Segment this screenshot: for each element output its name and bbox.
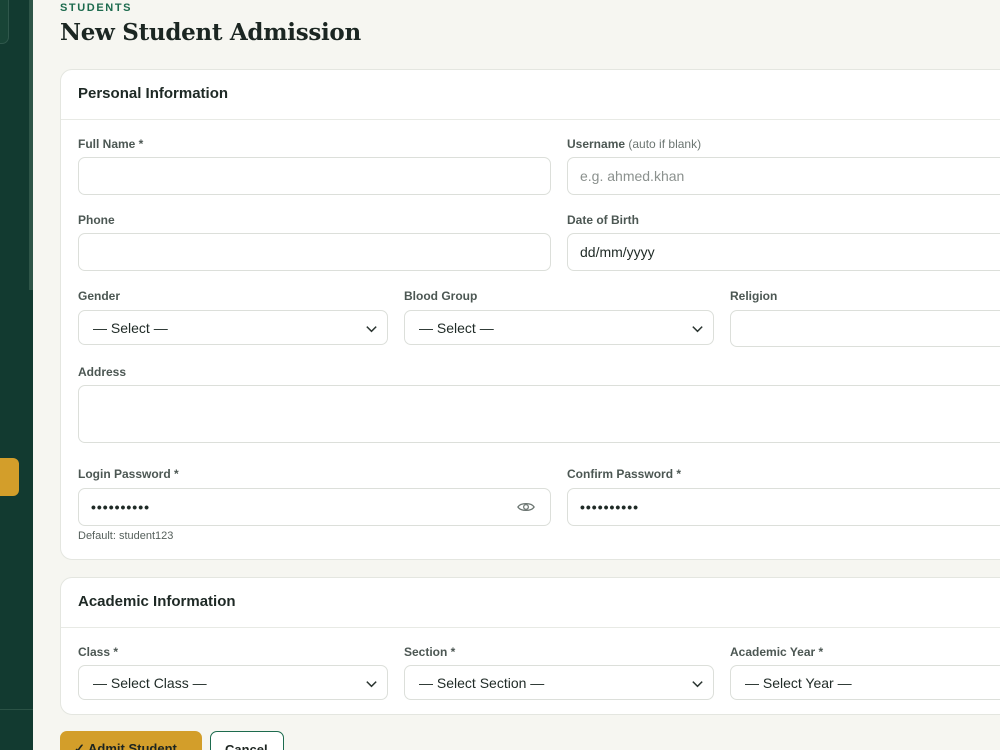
full-name-label: Full Name * bbox=[78, 137, 144, 151]
login-password-input[interactable]: •••••••••• bbox=[78, 488, 551, 526]
section-label: Section * bbox=[404, 645, 456, 659]
class-select[interactable]: — Select Class — bbox=[78, 665, 388, 700]
confirm-password-value: •••••••••• bbox=[580, 499, 640, 515]
password-help-text: Default: student123 bbox=[78, 530, 174, 542]
personal-information-card: Personal Information Full Name * Usernam… bbox=[60, 69, 1000, 560]
page-title: New Student Admission bbox=[60, 19, 361, 46]
sidebar-top-control[interactable] bbox=[0, 0, 9, 44]
class-label: Class * bbox=[78, 645, 119, 659]
admit-student-button[interactable]: ✓ Admit Student bbox=[60, 731, 202, 750]
chevron-down-icon bbox=[692, 681, 703, 688]
chevron-down-icon bbox=[692, 326, 703, 333]
academic-information-card: Academic Information Class * — Select Cl… bbox=[60, 577, 1000, 715]
academic-year-select-value: — Select Year — bbox=[745, 674, 852, 691]
chevron-down-icon bbox=[366, 326, 377, 333]
username-hint: (auto if blank) bbox=[628, 137, 702, 151]
sidebar bbox=[0, 0, 33, 750]
sidebar-divider bbox=[0, 709, 33, 710]
academic-year-select[interactable]: — Select Year — bbox=[730, 665, 1000, 700]
username-input[interactable]: e.g. ahmed.khan bbox=[567, 157, 1000, 195]
breadcrumb: STUDENTS bbox=[60, 2, 133, 14]
phone-label: Phone bbox=[78, 213, 115, 227]
confirm-password-label: Confirm Password * bbox=[567, 467, 682, 481]
full-name-input[interactable] bbox=[78, 157, 551, 195]
gender-select[interactable]: — Select — bbox=[78, 310, 388, 345]
gender-select-value: — Select — bbox=[93, 319, 168, 336]
section-title: Academic Information bbox=[61, 578, 1000, 628]
sidebar-item-active[interactable] bbox=[0, 458, 19, 496]
confirm-password-input[interactable]: •••••••••• bbox=[567, 488, 1000, 526]
cancel-button[interactable]: Cancel bbox=[210, 731, 284, 750]
religion-input[interactable] bbox=[730, 310, 1000, 347]
blood-group-label: Blood Group bbox=[404, 289, 478, 303]
religion-label: Religion bbox=[730, 289, 778, 303]
address-label: Address bbox=[78, 365, 127, 379]
eye-icon[interactable] bbox=[517, 499, 535, 515]
chevron-down-icon bbox=[366, 681, 377, 688]
academic-year-label: Academic Year * bbox=[730, 645, 824, 659]
dob-input[interactable]: dd/mm/yyyy bbox=[567, 233, 1000, 271]
class-select-value: — Select Class — bbox=[93, 674, 207, 691]
phone-input[interactable] bbox=[78, 233, 551, 271]
section-select-value: — Select Section — bbox=[419, 674, 545, 691]
blood-group-select-value: — Select — bbox=[419, 319, 494, 336]
username-label-text: Username bbox=[567, 137, 626, 151]
blood-group-select[interactable]: — Select — bbox=[404, 310, 714, 345]
gender-label: Gender bbox=[78, 289, 121, 303]
username-label: Username (auto if blank) bbox=[567, 137, 701, 151]
address-textarea[interactable] bbox=[78, 385, 1000, 443]
login-password-value: •••••••••• bbox=[91, 499, 151, 515]
sidebar-scrollbar[interactable] bbox=[29, 0, 33, 290]
section-select[interactable]: — Select Section — bbox=[404, 665, 714, 700]
section-title: Personal Information bbox=[61, 70, 1000, 120]
login-password-label: Login Password * bbox=[78, 467, 179, 481]
dob-label: Date of Birth bbox=[567, 213, 639, 227]
